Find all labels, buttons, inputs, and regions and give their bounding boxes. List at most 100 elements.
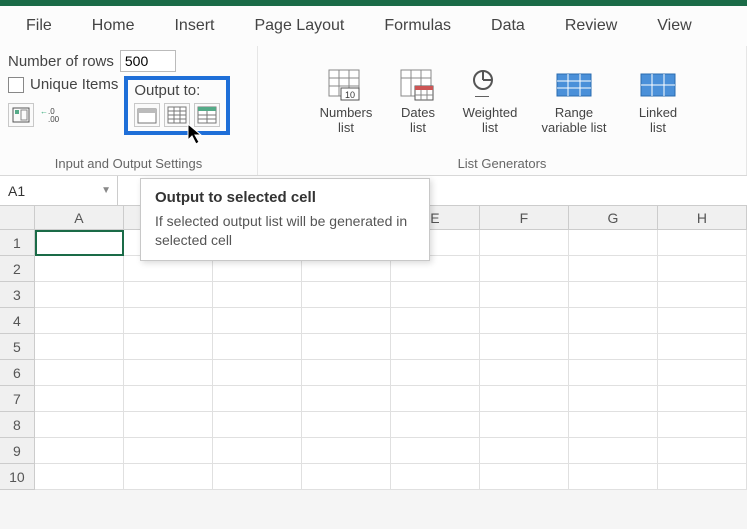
menu-tab-review[interactable]: Review bbox=[545, 6, 637, 46]
menu-tab-home[interactable]: Home bbox=[72, 6, 155, 46]
cell[interactable] bbox=[480, 438, 569, 464]
cell[interactable] bbox=[213, 282, 302, 308]
cell[interactable] bbox=[391, 412, 480, 438]
cell[interactable] bbox=[35, 256, 124, 282]
linked-list-button[interactable]: Linked list bbox=[627, 64, 689, 140]
row-header[interactable]: 7 bbox=[0, 386, 35, 412]
cell[interactable] bbox=[213, 412, 302, 438]
cell[interactable] bbox=[480, 230, 569, 256]
col-header-a[interactable]: A bbox=[35, 206, 124, 230]
cell[interactable] bbox=[569, 334, 658, 360]
cell[interactable] bbox=[302, 438, 391, 464]
cell[interactable] bbox=[124, 360, 213, 386]
cell[interactable] bbox=[35, 386, 124, 412]
cell[interactable] bbox=[658, 308, 747, 334]
output-to-table-button[interactable] bbox=[194, 103, 220, 127]
cell[interactable] bbox=[213, 334, 302, 360]
cell[interactable] bbox=[302, 334, 391, 360]
numbers-list-button[interactable]: 10 Numbers list bbox=[315, 64, 377, 140]
cell[interactable] bbox=[480, 360, 569, 386]
cell[interactable] bbox=[302, 308, 391, 334]
name-box-dropdown-icon[interactable]: ▼ bbox=[101, 185, 111, 196]
cell[interactable] bbox=[480, 334, 569, 360]
cell[interactable] bbox=[569, 438, 658, 464]
cell[interactable] bbox=[213, 386, 302, 412]
cell[interactable] bbox=[213, 308, 302, 334]
cell[interactable] bbox=[569, 464, 658, 490]
menu-tab-pagelayout[interactable]: Page Layout bbox=[234, 6, 364, 46]
cell[interactable] bbox=[391, 334, 480, 360]
cell[interactable] bbox=[569, 282, 658, 308]
cell[interactable] bbox=[35, 230, 124, 256]
input-area-icon[interactable] bbox=[8, 103, 34, 127]
cell[interactable] bbox=[658, 282, 747, 308]
cell[interactable] bbox=[658, 360, 747, 386]
cell[interactable] bbox=[569, 412, 658, 438]
cell[interactable] bbox=[35, 334, 124, 360]
output-to-sheet-button[interactable] bbox=[164, 103, 190, 127]
menu-tab-formulas[interactable]: Formulas bbox=[364, 6, 471, 46]
cell[interactable] bbox=[658, 256, 747, 282]
cell[interactable] bbox=[480, 256, 569, 282]
select-all-corner[interactable] bbox=[0, 206, 35, 230]
dates-list-button[interactable]: Dates list bbox=[387, 64, 449, 140]
cell[interactable] bbox=[302, 464, 391, 490]
cell[interactable] bbox=[658, 464, 747, 490]
row-header[interactable]: 3 bbox=[0, 282, 35, 308]
col-header-g[interactable]: G bbox=[569, 206, 658, 230]
decimal-icon[interactable]: ←.0.00 bbox=[40, 103, 62, 127]
cell[interactable] bbox=[124, 412, 213, 438]
cell[interactable] bbox=[480, 412, 569, 438]
cell[interactable] bbox=[124, 308, 213, 334]
cell[interactable] bbox=[35, 282, 124, 308]
name-box[interactable]: A1 ▼ bbox=[0, 176, 118, 205]
cell[interactable] bbox=[391, 386, 480, 412]
cell[interactable] bbox=[35, 438, 124, 464]
rows-input[interactable] bbox=[120, 50, 176, 72]
cell[interactable] bbox=[391, 308, 480, 334]
cell[interactable] bbox=[391, 464, 480, 490]
cell[interactable] bbox=[658, 438, 747, 464]
row-header[interactable]: 9 bbox=[0, 438, 35, 464]
row-header[interactable]: 2 bbox=[0, 256, 35, 282]
cell[interactable] bbox=[391, 438, 480, 464]
cell[interactable] bbox=[35, 308, 124, 334]
cell[interactable] bbox=[302, 282, 391, 308]
cell[interactable] bbox=[124, 386, 213, 412]
cell[interactable] bbox=[213, 438, 302, 464]
menu-tab-file[interactable]: File bbox=[6, 6, 72, 46]
unique-items-checkbox[interactable] bbox=[8, 77, 24, 93]
weighted-list-button[interactable]: — Weighted list bbox=[459, 64, 521, 140]
cell[interactable] bbox=[302, 412, 391, 438]
cell[interactable] bbox=[480, 282, 569, 308]
row-header[interactable]: 5 bbox=[0, 334, 35, 360]
cell[interactable] bbox=[569, 230, 658, 256]
row-header[interactable]: 8 bbox=[0, 412, 35, 438]
menu-tab-insert[interactable]: Insert bbox=[154, 6, 234, 46]
row-header[interactable]: 4 bbox=[0, 308, 35, 334]
row-header[interactable]: 1 bbox=[0, 230, 35, 256]
cell[interactable] bbox=[480, 464, 569, 490]
cell[interactable] bbox=[569, 360, 658, 386]
cell[interactable] bbox=[569, 308, 658, 334]
cell[interactable] bbox=[569, 256, 658, 282]
row-header[interactable]: 6 bbox=[0, 360, 35, 386]
cell[interactable] bbox=[124, 282, 213, 308]
cell[interactable] bbox=[35, 464, 124, 490]
cell[interactable] bbox=[658, 412, 747, 438]
cell[interactable] bbox=[302, 386, 391, 412]
cell[interactable] bbox=[124, 438, 213, 464]
cell[interactable] bbox=[35, 412, 124, 438]
cell[interactable] bbox=[124, 334, 213, 360]
cell[interactable] bbox=[391, 282, 480, 308]
col-header-f[interactable]: F bbox=[480, 206, 569, 230]
cell[interactable] bbox=[569, 386, 658, 412]
cell[interactable] bbox=[213, 464, 302, 490]
range-variable-list-button[interactable]: Range variable list bbox=[531, 64, 617, 140]
cell[interactable] bbox=[391, 360, 480, 386]
cell[interactable] bbox=[480, 308, 569, 334]
cell[interactable] bbox=[658, 230, 747, 256]
cell[interactable] bbox=[124, 464, 213, 490]
cell[interactable] bbox=[658, 386, 747, 412]
cell[interactable] bbox=[213, 360, 302, 386]
